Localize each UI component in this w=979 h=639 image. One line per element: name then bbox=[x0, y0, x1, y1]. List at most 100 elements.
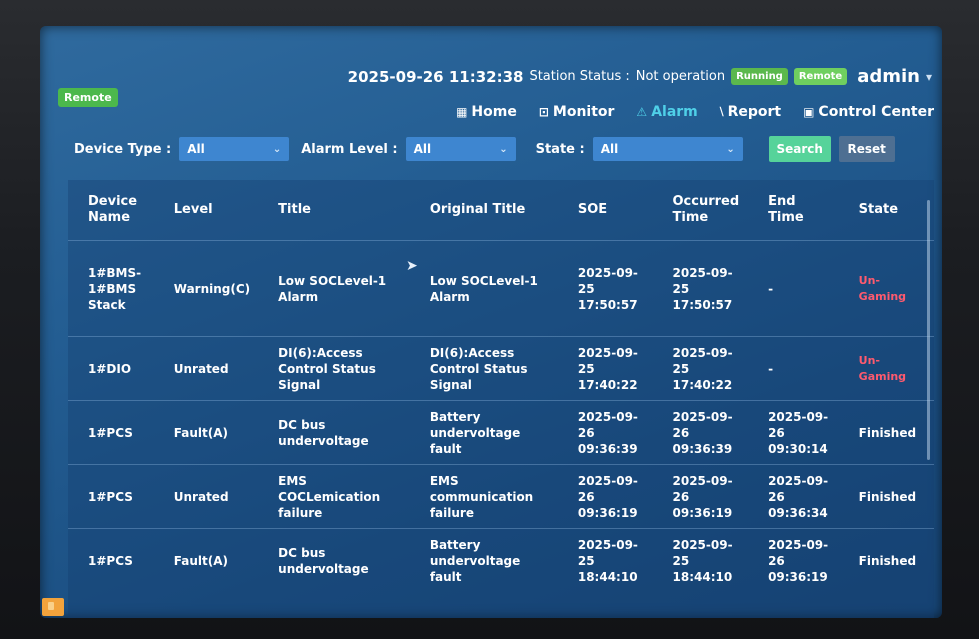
nav-control-center[interactable]: ▣ Control Center bbox=[803, 104, 934, 120]
cell-title: DC bus undervoltage bbox=[258, 400, 410, 465]
datetime-display: 2025-09-26 11:32:38 bbox=[347, 67, 524, 86]
cell-level: Fault(A) bbox=[153, 400, 259, 465]
cell-occurred-time: 2025-09-25 18:44:10 bbox=[652, 528, 749, 593]
station-status-label: Station Status : bbox=[529, 69, 630, 84]
cell-original-title: DI(6):Access Control Status Signal bbox=[409, 336, 558, 401]
chevron-down-icon: ⌄ bbox=[272, 143, 282, 155]
table-row[interactable]: 1#PCS Unrated EMS COCLemication failure … bbox=[68, 464, 934, 529]
column-header[interactable]: State bbox=[839, 180, 934, 241]
cell-state: Finished bbox=[838, 400, 934, 465]
device-type-value: All bbox=[187, 142, 205, 156]
alarm-level-value: All bbox=[413, 142, 432, 156]
cell-original-title: Battery undervoltage fault bbox=[409, 400, 558, 465]
cell-device-name: 1#DIO bbox=[68, 336, 154, 401]
column-header[interactable]: Device Name bbox=[68, 180, 154, 241]
filter-bar: Device Type : All ⌄ Alarm Level : All ⌄ … bbox=[74, 136, 922, 162]
station-status-value: Not operation bbox=[635, 69, 726, 84]
screen: Remote 2025-09-26 11:32:38 Station Statu… bbox=[40, 26, 942, 618]
cell-level: Fault(A) bbox=[153, 528, 259, 593]
device-type-select[interactable]: All ⌄ bbox=[179, 137, 290, 161]
home-icon: ▦ bbox=[456, 105, 468, 119]
nav-home[interactable]: ▦ Home bbox=[456, 104, 517, 120]
cell-end-time: - bbox=[748, 336, 839, 401]
cell-occurred-time: 2025-09-26 09:36:39 bbox=[652, 400, 749, 465]
main-nav: ▦ Home ⊡ Monitor ⚠ Alarm ⧵ Report ▣ Cont… bbox=[456, 104, 934, 120]
user-menu[interactable]: admin bbox=[857, 66, 920, 87]
monitor-icon: ⊡ bbox=[538, 105, 549, 119]
cell-original-title: EMS communication failure bbox=[409, 464, 558, 529]
alarm-level-label: Alarm Level : bbox=[301, 141, 398, 157]
user-menu-chevron-icon[interactable]: ▾ bbox=[926, 70, 932, 84]
cell-device-name: 1#PCS bbox=[68, 528, 154, 593]
nav-alarm-label: Alarm bbox=[651, 104, 698, 120]
search-button[interactable]: Search bbox=[768, 136, 831, 162]
top-status-bar: 2025-09-26 11:32:38 Station Status : Not… bbox=[348, 66, 932, 87]
cell-occurred-time: 2025-09-26 09:36:19 bbox=[652, 464, 749, 529]
control-center-icon: ▣ bbox=[803, 105, 815, 119]
alarm-icon: ⚠ bbox=[636, 105, 648, 119]
cell-soe: 2025-09-25 17:50:57 bbox=[557, 240, 653, 337]
chevron-down-icon: ⌄ bbox=[726, 143, 735, 155]
cell-soe: 2025-09-25 17:40:22 bbox=[557, 336, 653, 401]
cell-end-time: 2025-09-26 09:36:34 bbox=[748, 464, 839, 529]
cell-title: Low SOCLevel-1 Alarm bbox=[258, 240, 410, 337]
cell-end-time: 2025-09-26 09:30:14 bbox=[748, 400, 839, 465]
table-row[interactable]: 1#DIO Unrated DI(6):Access Control Statu… bbox=[68, 336, 934, 401]
nav-alarm[interactable]: ⚠ Alarm bbox=[636, 104, 697, 120]
nav-home-label: Home bbox=[471, 104, 517, 120]
nav-monitor-label: Monitor bbox=[552, 104, 615, 120]
column-header[interactable]: Title bbox=[258, 180, 410, 241]
nav-monitor[interactable]: ⊡ Monitor bbox=[539, 104, 615, 120]
column-header[interactable]: Original Title bbox=[410, 180, 558, 241]
report-icon: ⧵ bbox=[719, 104, 724, 119]
cell-state: Finished bbox=[838, 464, 934, 529]
state-value: All bbox=[600, 142, 619, 156]
nav-report-label: Report bbox=[727, 104, 782, 120]
cell-soe: 2025-09-26 09:36:19 bbox=[557, 464, 653, 529]
table-row[interactable]: 1#PCS Fault(A) DC bus undervoltage Batte… bbox=[68, 528, 934, 593]
reset-button[interactable]: Reset bbox=[838, 136, 895, 162]
column-header[interactable]: End Time bbox=[748, 180, 839, 241]
cell-level: Unrated bbox=[153, 336, 259, 401]
column-header[interactable]: SOE bbox=[558, 180, 653, 241]
table-scrollbar[interactable] bbox=[927, 200, 930, 460]
cell-original-title: Low SOCLevel-1 Alarm bbox=[409, 240, 558, 337]
remote-mode-badge: Remote bbox=[58, 88, 118, 107]
table-row[interactable]: 1#BMS-1#BMS Stack Warning(C) Low SOCLeve… bbox=[68, 240, 934, 337]
cell-device-name: 1#PCS bbox=[68, 464, 154, 529]
mouse-cursor-icon: ➤ bbox=[406, 258, 418, 274]
cell-device-name: 1#BMS-1#BMS Stack bbox=[68, 240, 154, 337]
cell-device-name: 1#PCS bbox=[68, 400, 154, 465]
device-type-label: Device Type : bbox=[74, 141, 172, 157]
running-badge: Running bbox=[731, 68, 788, 85]
cell-occurred-time: 2025-09-25 17:50:57 bbox=[652, 240, 749, 337]
cell-title: DC bus undervoltage bbox=[258, 528, 410, 593]
cell-original-title: Battery undervoltage fault bbox=[409, 528, 558, 593]
column-header[interactable]: Level bbox=[154, 180, 258, 241]
state-select[interactable]: All ⌄ bbox=[592, 137, 743, 161]
cell-level: Unrated bbox=[153, 464, 259, 529]
nav-report[interactable]: ⧵ Report bbox=[720, 104, 781, 120]
chevron-down-icon: ⌄ bbox=[499, 143, 508, 155]
table-header-row: Device Name Level Title Original Title S… bbox=[68, 180, 934, 241]
cell-end-time: - bbox=[748, 240, 839, 337]
alarm-level-select[interactable]: All ⌄ bbox=[405, 137, 516, 161]
cell-state: Un-Gaming bbox=[838, 240, 934, 337]
nav-control-center-label: Control Center bbox=[818, 104, 934, 120]
cell-soe: 2025-09-26 09:36:39 bbox=[557, 400, 653, 465]
cell-soe: 2025-09-25 18:44:10 bbox=[557, 528, 653, 593]
alarm-table-container: Device Name Level Title Original Title S… bbox=[68, 180, 934, 618]
cell-state: Un-Gaming bbox=[838, 336, 934, 401]
remote-badge: Remote bbox=[793, 68, 848, 85]
table-row[interactable]: 1#PCS Fault(A) DC bus undervoltage Batte… bbox=[68, 400, 934, 465]
cell-level: Warning(C) bbox=[153, 240, 259, 337]
column-header[interactable]: Occurred Time bbox=[653, 180, 749, 241]
alarm-table: Device Name Level Title Original Title S… bbox=[68, 180, 934, 593]
corner-app-icon[interactable] bbox=[42, 598, 64, 616]
cell-state: Finished bbox=[838, 528, 934, 593]
cell-occurred-time: 2025-09-25 17:40:22 bbox=[652, 336, 749, 401]
cell-title: EMS COCLemication failure bbox=[258, 464, 410, 529]
cell-title: DI(6):Access Control Status Signal bbox=[258, 336, 410, 401]
state-label: State : bbox=[535, 141, 585, 157]
cell-end-time: 2025-09-26 09:36:19 bbox=[748, 528, 839, 593]
